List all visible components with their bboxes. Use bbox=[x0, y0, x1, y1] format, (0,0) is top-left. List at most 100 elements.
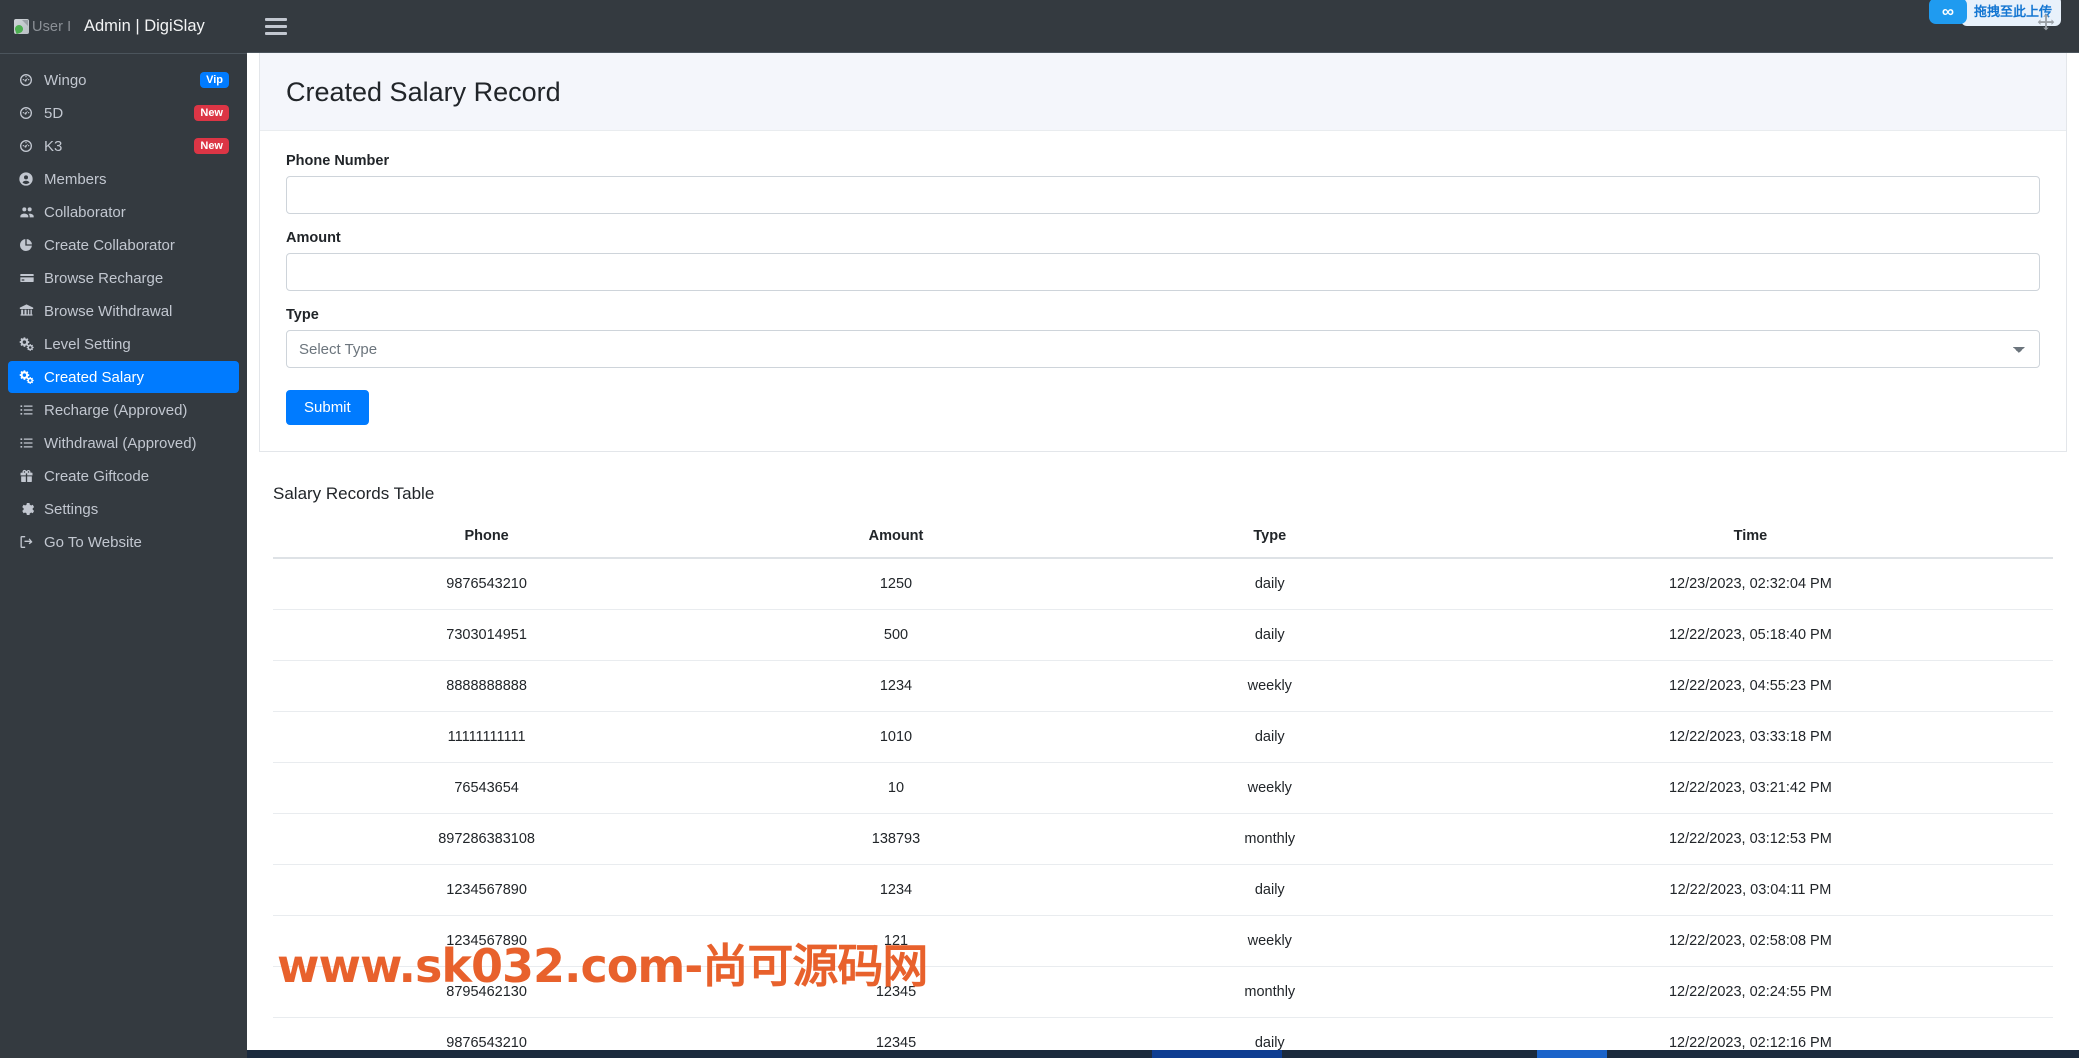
sidebar-item-browse-recharge[interactable]: Browse Recharge bbox=[8, 262, 239, 294]
cell-type: daily bbox=[1091, 558, 1448, 611]
sidebar-item-created-salary[interactable]: Created Salary bbox=[8, 361, 239, 393]
cell-amount: 121 bbox=[700, 915, 1092, 968]
cell-time: 12/22/2023, 03:12:53 PM bbox=[1447, 813, 2053, 866]
brand-header[interactable]: User Image Admin | DigiSlay bbox=[0, 0, 247, 54]
gear-icon bbox=[18, 501, 44, 517]
sidebar-item-go-to-website[interactable]: Go To Website bbox=[8, 526, 239, 558]
card-header: Created Salary Record bbox=[260, 53, 2066, 132]
user-image-broken-icon: User Image bbox=[14, 14, 72, 40]
sidebar-item-label: Collaborator bbox=[44, 203, 126, 221]
users-icon bbox=[18, 204, 44, 220]
pie-chart-icon bbox=[18, 237, 44, 253]
sidebar-item-withdrawal-approved[interactable]: Withdrawal (Approved) bbox=[8, 427, 239, 459]
cell-amount: 1250 bbox=[700, 558, 1092, 611]
table-row: 7303014951 500 daily 12/22/2023, 05:18:40 P… bbox=[273, 609, 2053, 662]
table-row: 8888888888 1234 weekly 12/22/2023, 04:55:23… bbox=[273, 660, 2053, 713]
cell-amount: 138793 bbox=[700, 813, 1092, 866]
type-select[interactable]: Select Type bbox=[286, 330, 2040, 369]
cell-amount: 1234 bbox=[700, 864, 1092, 917]
table-header-row: Phone Amount Type Time bbox=[273, 518, 2053, 560]
cell-phone: 76543654 bbox=[273, 762, 701, 815]
sidebar-item-settings[interactable]: Settings bbox=[8, 493, 239, 525]
hamburger-bar bbox=[265, 31, 287, 35]
status-badge: New bbox=[194, 104, 229, 122]
cell-phone: 1234567890 bbox=[273, 915, 701, 968]
sidebar-item-5d[interactable]: 5D New bbox=[8, 97, 239, 129]
sidebar-item-browse-withdrawal[interactable]: Browse Withdrawal bbox=[8, 295, 239, 327]
salary-records-table: Phone Amount Type Time 9876543210 1250 dai… bbox=[273, 518, 2053, 1058]
cogs-icon bbox=[18, 336, 44, 352]
sidebar-item-label: Created Salary bbox=[44, 368, 145, 386]
gift-icon bbox=[18, 468, 44, 484]
bank-icon bbox=[18, 303, 44, 319]
sidebar-item-label: Settings bbox=[44, 500, 99, 518]
cell-phone: 11111111111 bbox=[273, 711, 701, 764]
cell-amount: 1010 bbox=[700, 711, 1092, 764]
cell-type: daily bbox=[1091, 711, 1448, 764]
sidebar-item-label: Recharge (Approved) bbox=[44, 401, 188, 419]
sidebar-item-recharge-approved[interactable]: Recharge (Approved) bbox=[8, 394, 239, 426]
table-body: 9876543210 1250 daily 12/23/2023, 02:32:04 … bbox=[273, 558, 2053, 1058]
sidebar-item-label: Create Collaborator bbox=[44, 236, 175, 254]
hamburger-icon[interactable] bbox=[265, 17, 287, 35]
cell-phone: 897286383108 bbox=[273, 813, 701, 866]
cell-phone: 1234567890 bbox=[273, 864, 701, 917]
sidebar-item-k3[interactable]: K3 New bbox=[8, 130, 239, 162]
phone-label: Phone Number bbox=[286, 153, 390, 170]
sidebar-item-label: Withdrawal (Approved) bbox=[44, 434, 197, 452]
salary-records-section: Salary Records Table Phone Amount Type T… bbox=[247, 464, 2079, 1058]
sidebar-item-collaborator[interactable]: Collaborator bbox=[8, 196, 239, 228]
cell-type: weekly bbox=[1091, 915, 1448, 968]
gauge-icon bbox=[18, 138, 44, 154]
sign-out-icon bbox=[18, 534, 44, 550]
brand-title: Admin | DigiSlay bbox=[84, 17, 205, 35]
column-header-time: Time bbox=[1447, 518, 2053, 560]
cell-time: 12/22/2023, 03:04:11 PM bbox=[1447, 864, 2053, 917]
sidebar-item-label: K3 bbox=[44, 137, 63, 155]
credit-card-icon bbox=[18, 270, 44, 286]
topbar bbox=[247, 0, 2079, 54]
salary-form: Phone Number Amount Type Select Type Sub… bbox=[286, 153, 2040, 426]
gauge-icon bbox=[18, 72, 44, 88]
admin-dashboard: User Image Admin | DigiSlay Wingo Vip 5D Ne… bbox=[0, 0, 2079, 1058]
sidebar-item-members[interactable]: Members bbox=[8, 163, 239, 195]
sidebar-item-create-collaborator[interactable]: Create Collaborator bbox=[8, 229, 239, 261]
amount-input[interactable] bbox=[286, 253, 2040, 292]
sidebar-item-create-giftcode[interactable]: Create Giftcode bbox=[8, 460, 239, 492]
column-header-phone: Phone bbox=[273, 518, 701, 560]
status-badge: New bbox=[194, 137, 229, 155]
table-row: 76543654 10 weekly 12/22/2023, 03:21:42 PM bbox=[273, 762, 2053, 815]
sidebar-item-label: Go To Website bbox=[44, 533, 142, 551]
table-row: 8795462130 12345 monthly 12/22/2023, 02:24:… bbox=[273, 966, 2053, 1019]
sidebar-item-label: 5D bbox=[44, 104, 64, 122]
content-area: Created Salary Record Phone Number Amoun… bbox=[247, 53, 2079, 1058]
sidebar-item-label: Level Setting bbox=[44, 335, 131, 353]
taskbar-segment bbox=[1152, 1050, 1282, 1058]
cell-time: 12/22/2023, 02:58:08 PM bbox=[1447, 915, 2053, 968]
hamburger-bar bbox=[265, 17, 287, 21]
phone-input[interactable] bbox=[286, 176, 2040, 215]
cell-time: 12/22/2023, 02:24:55 PM bbox=[1447, 966, 2053, 1019]
cell-amount: 10 bbox=[700, 762, 1092, 815]
submit-button[interactable]: Submit bbox=[286, 390, 369, 426]
table-title: Salary Records Table bbox=[273, 484, 435, 504]
amount-label: Amount bbox=[286, 230, 341, 247]
cell-type: daily bbox=[1091, 609, 1448, 662]
cogs-icon bbox=[18, 369, 44, 385]
table-row: 897286383108 138793 monthly 12/22/2023, 03:… bbox=[273, 813, 2053, 866]
table-row: 11111111111 1010 daily 12/22/2023, 03:33:18… bbox=[273, 711, 2053, 764]
sidebar-item-level-setting[interactable]: Level Setting bbox=[8, 328, 239, 360]
column-header-amount: Amount bbox=[700, 518, 1092, 560]
table-row: 9876543210 1250 daily 12/23/2023, 02:32:04 … bbox=[273, 558, 2053, 611]
sidebar: User Image Admin | DigiSlay Wingo Vip 5D Ne… bbox=[0, 0, 247, 1058]
sidebar-item-wingo[interactable]: Wingo Vip bbox=[8, 64, 239, 96]
sidebar-item-label: Wingo bbox=[44, 71, 87, 89]
cell-time: 12/22/2023, 04:55:23 PM bbox=[1447, 660, 2053, 713]
cell-time: 12/22/2023, 03:21:42 PM bbox=[1447, 762, 2053, 815]
table-row: 1234567890 121 weekly 12/22/2023, 02:58:08 … bbox=[273, 915, 2053, 968]
sidebar-item-label: Browse Withdrawal bbox=[44, 302, 173, 320]
hamburger-bar bbox=[265, 24, 287, 28]
cell-type: monthly bbox=[1091, 813, 1448, 866]
column-header-type: Type bbox=[1091, 518, 1448, 560]
cell-amount: 500 bbox=[700, 609, 1092, 662]
